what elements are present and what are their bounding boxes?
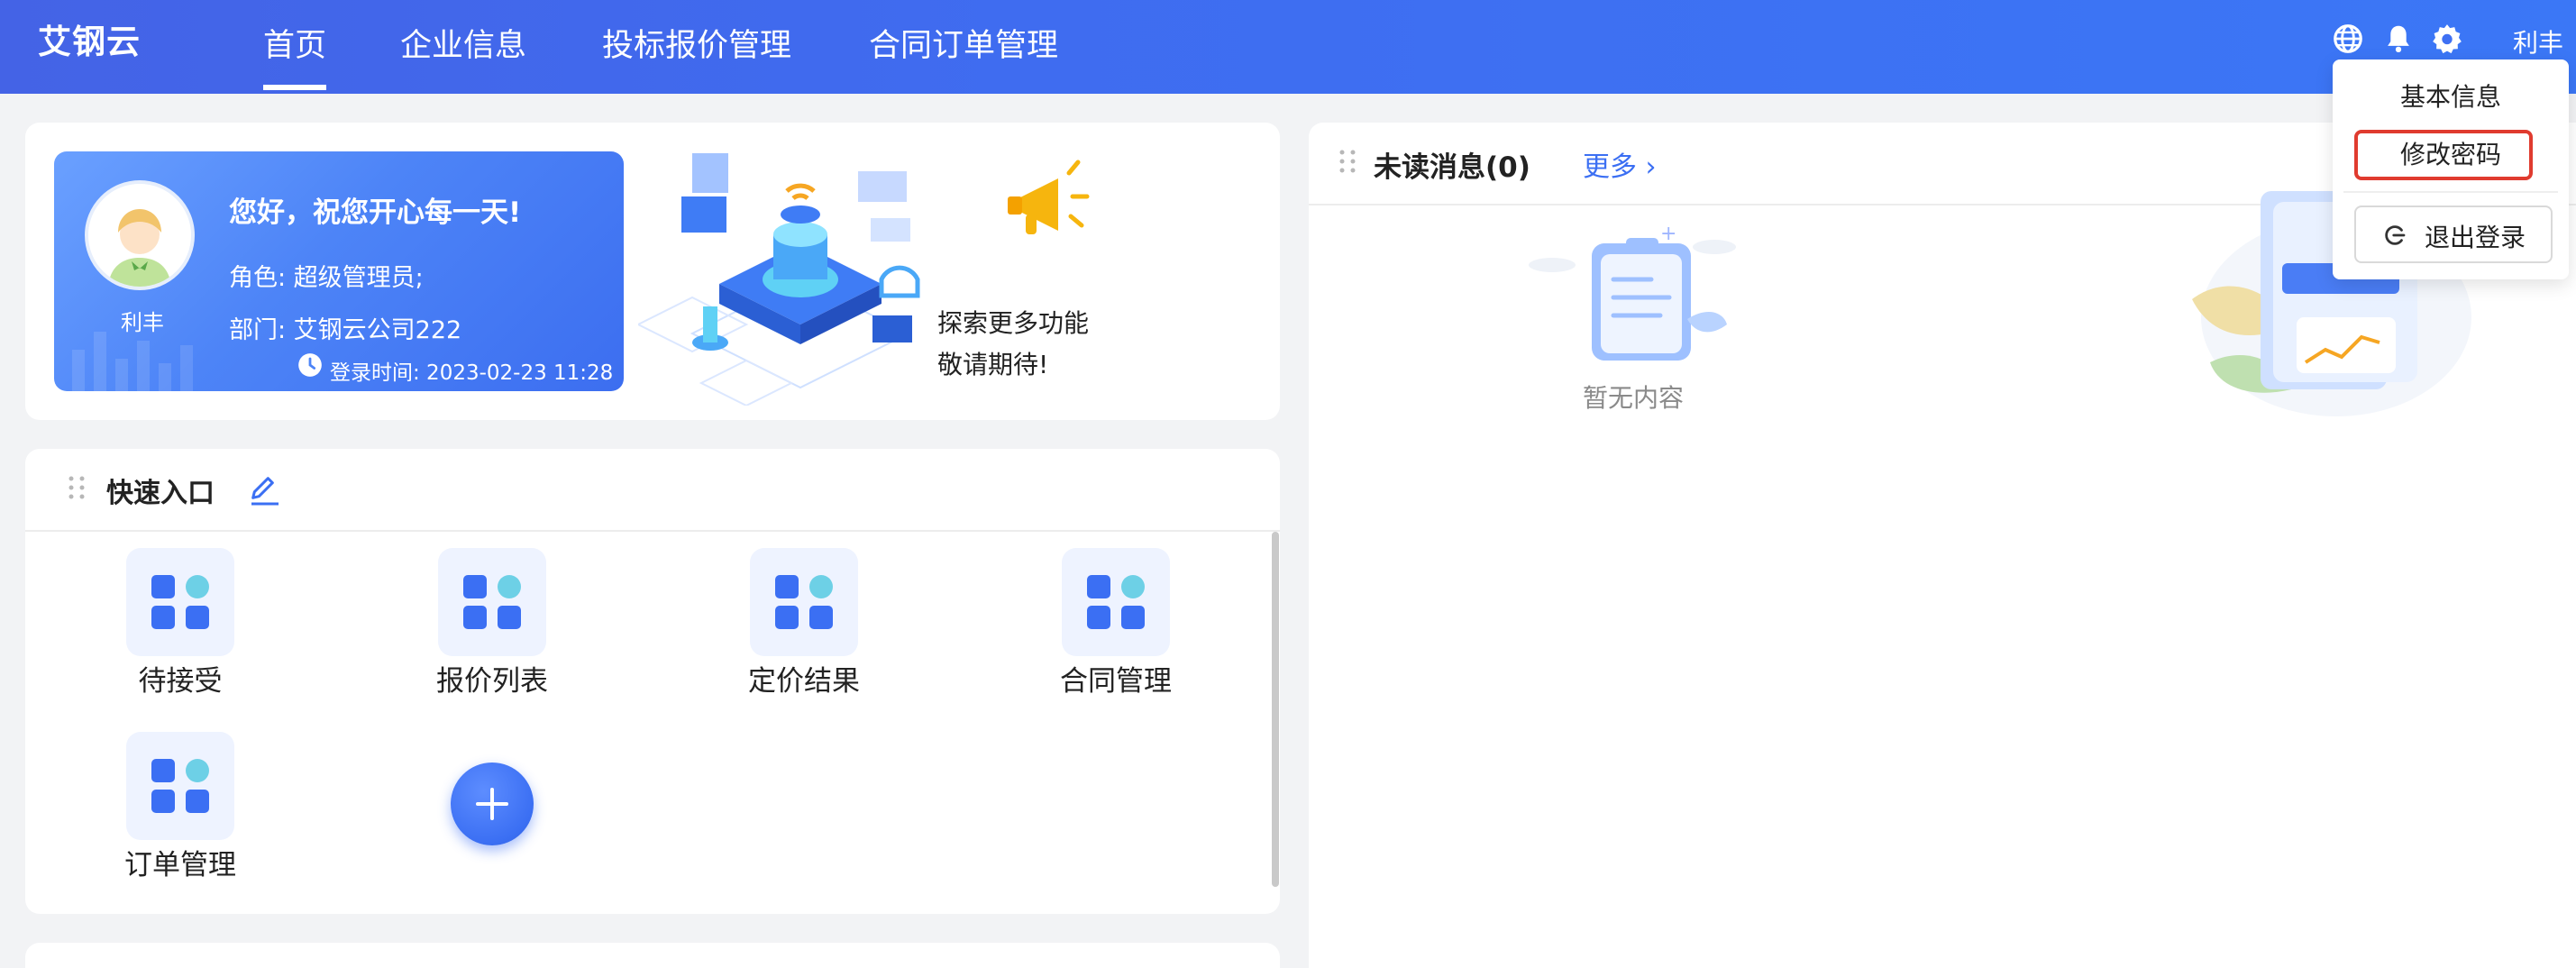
tile-order-management[interactable] <box>126 732 234 840</box>
nav-company-info[interactable]: 企业信息 <box>400 20 526 66</box>
avatar-name: 利丰 <box>121 310 164 335</box>
menu-item-change-password[interactable]: 修改密码 <box>2333 135 2569 171</box>
unread-messages-title: 未读消息(0) <box>1374 151 1530 184</box>
app-grid-icon <box>463 575 521 629</box>
gear-icon[interactable] <box>2430 22 2464 56</box>
drag-handle-icon[interactable] <box>67 474 87 501</box>
tile-label-quote-list: 报价列表 <box>436 665 548 698</box>
clock-icon <box>298 353 322 377</box>
more-link[interactable]: 更多 › <box>1583 144 1657 184</box>
tile-contract-management[interactable] <box>1062 548 1170 656</box>
app-grid-icon <box>151 575 209 629</box>
tile-pricing-result[interactable] <box>750 548 858 656</box>
menu-divider <box>2343 191 2558 193</box>
more-label: 更多 <box>1583 151 1637 183</box>
explore-text: 探索更多功能 敬请期待! <box>937 303 1089 386</box>
plus-icon <box>476 788 508 820</box>
tile-label-contract-management: 合同管理 <box>1060 665 1172 698</box>
next-card <box>25 943 1280 968</box>
logout-label: 退出登录 <box>2425 223 2526 252</box>
quick-entry-scrollbar[interactable] <box>1272 532 1279 887</box>
add-shortcut-button[interactable] <box>451 763 534 845</box>
menu-item-basic-info[interactable]: 基本信息 <box>2333 78 2569 114</box>
login-time: 登录时间: 2023-02-23 11:28 <box>330 361 614 385</box>
nav-contract-order-management[interactable]: 合同订单管理 <box>869 20 1058 66</box>
welcome-card: 利丰 您好，祝您开心每一天! 角色: 超级管理员; 部门: 艾钢云公司222 登… <box>25 123 1280 420</box>
tile-quote-list[interactable] <box>438 548 546 656</box>
logout-button[interactable]: 退出登录 <box>2354 205 2553 263</box>
chevron-right-icon: › <box>1645 151 1657 183</box>
nav-bid-quote-management[interactable]: 投标报价管理 <box>602 20 791 66</box>
user-name[interactable]: 利丰 <box>2513 23 2563 59</box>
user-role: 角色: 超级管理员; <box>229 264 424 292</box>
section-divider <box>25 530 1280 532</box>
globe-icon[interactable] <box>2331 22 2365 56</box>
svg-text:+: + <box>1660 223 1676 245</box>
logout-icon <box>2385 225 2406 245</box>
explore-line-2: 敬请期待! <box>937 350 1049 379</box>
edit-icon[interactable] <box>247 472 283 508</box>
tile-label-pending-acceptance: 待接受 <box>138 665 223 698</box>
app-grid-icon <box>151 759 209 813</box>
tile-label-pricing-result: 定价结果 <box>748 665 860 698</box>
app-logo[interactable]: 艾钢云 <box>38 14 141 63</box>
explore-line-1: 探索更多功能 <box>937 308 1090 338</box>
welcome-banner: 利丰 您好，祝您开心每一天! 角色: 超级管理员; 部门: 艾钢云公司222 登… <box>54 151 624 391</box>
quick-entry-card: 快速入口 待接受 报价列表 定价结果 合同管理 订单管理 <box>25 449 1280 914</box>
bell-icon[interactable] <box>2381 22 2416 56</box>
tile-label-order-management: 订单管理 <box>124 849 236 881</box>
app-grid-icon <box>775 575 833 629</box>
drag-handle-icon[interactable] <box>1338 148 1357 175</box>
greeting-text: 您好，祝您开心每一天! <box>229 196 522 229</box>
quick-entry-title: 快速入口 <box>106 478 215 509</box>
avatar <box>85 180 195 290</box>
user-dropdown-menu: 基本信息 修改密码 退出登录 <box>2333 59 2569 279</box>
top-navbar: 艾钢云 首页 企业信息 投标报价管理 合同订单管理 利丰 <box>0 0 2576 94</box>
app-grid-icon <box>1087 575 1145 629</box>
nav-home[interactable]: 首页 <box>263 20 327 90</box>
empty-state-text: 暂无内容 <box>1583 383 1685 413</box>
user-department: 部门: 艾钢云公司222 <box>229 316 462 344</box>
platform-illustration <box>638 153 920 406</box>
empty-state-illustration: + <box>1529 223 1736 361</box>
megaphone-icon <box>1008 160 1090 234</box>
tile-pending-acceptance[interactable] <box>126 548 234 656</box>
